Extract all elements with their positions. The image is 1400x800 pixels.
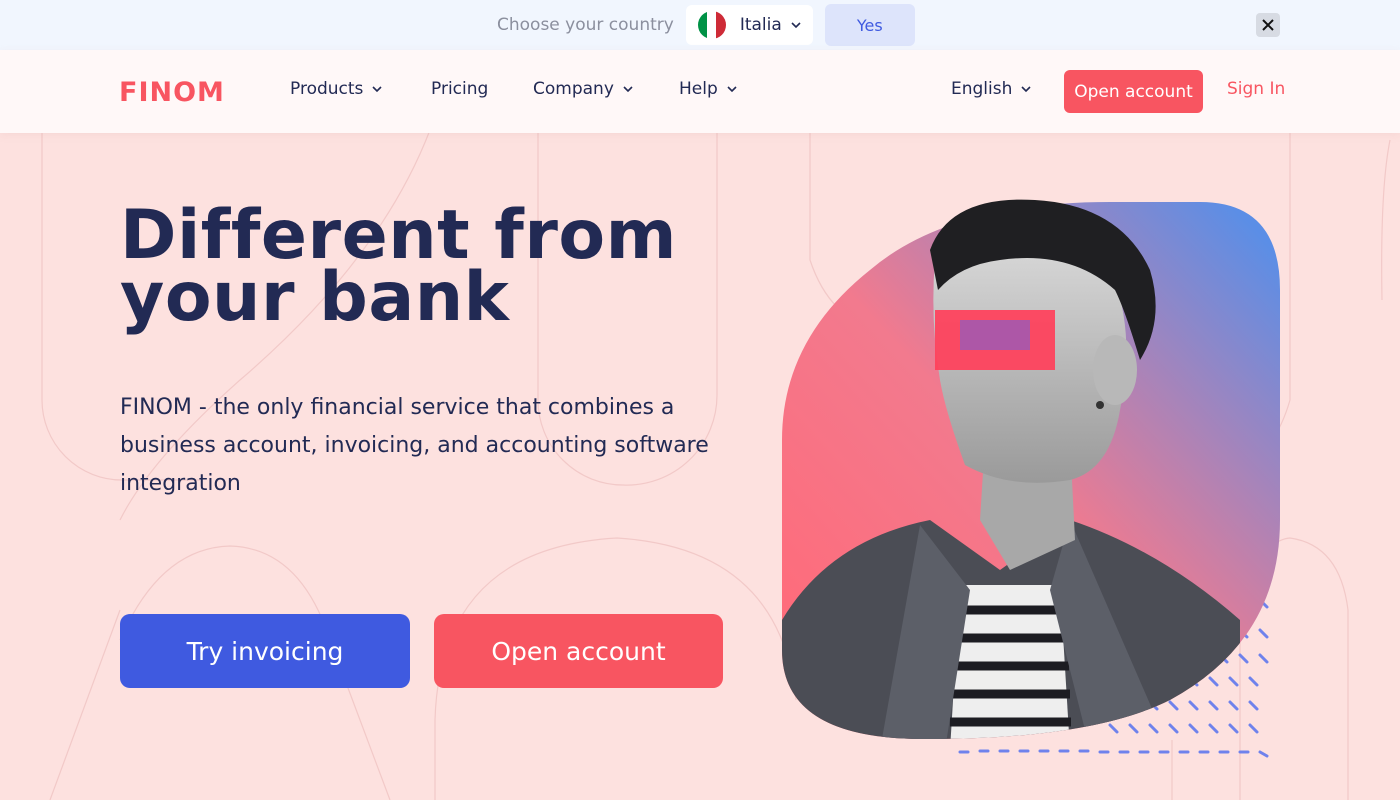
hero-title: Different from your bank [120, 202, 740, 332]
finom-logo[interactable]: FINOM [119, 78, 227, 104]
country-banner: Choose your country Italia Yes [0, 0, 1400, 50]
nav-products[interactable]: Products [290, 79, 383, 99]
language-label: English [951, 79, 1013, 99]
country-prompt: Choose your country [497, 15, 674, 35]
header-open-account-button[interactable]: Open account [1064, 70, 1203, 113]
nav-help-label: Help [679, 79, 718, 99]
hero-illustration [782, 199, 1280, 758]
nav-pricing[interactable]: Pricing [431, 79, 488, 99]
hero-open-account-button[interactable]: Open account [434, 614, 723, 688]
chevron-down-icon [1021, 86, 1031, 93]
nav-products-label: Products [290, 79, 364, 99]
language-select[interactable]: English [951, 79, 1032, 99]
chevron-down-icon [727, 86, 737, 93]
close-icon [1262, 19, 1274, 31]
try-invoicing-button[interactable]: Try invoicing [120, 614, 410, 688]
nav-company-label: Company [533, 79, 614, 99]
logo-text: FINOM [119, 78, 225, 104]
chevron-down-icon [623, 86, 633, 93]
confirm-country-button[interactable]: Yes [824, 4, 915, 46]
sign-in-link[interactable]: Sign In [1227, 79, 1285, 99]
country-banner-content: Choose your country Italia Yes [497, 4, 915, 46]
chevron-down-icon [372, 86, 382, 93]
country-select-value: Italia [739, 15, 782, 35]
close-banner-button[interactable] [1256, 13, 1280, 37]
nav-help[interactable]: Help [679, 79, 738, 99]
site-header: FINOM Products Pricing Company Help Engl… [0, 50, 1400, 133]
nav-company[interactable]: Company [533, 79, 634, 99]
country-select[interactable]: Italia [685, 5, 813, 45]
hero-title-line2: your bank [120, 258, 510, 337]
nav-pricing-label: Pricing [431, 79, 489, 99]
italy-flag-icon [697, 11, 726, 39]
hero-subtitle: FINOM - the only financial service that … [120, 395, 709, 496]
chevron-down-icon [791, 22, 801, 29]
